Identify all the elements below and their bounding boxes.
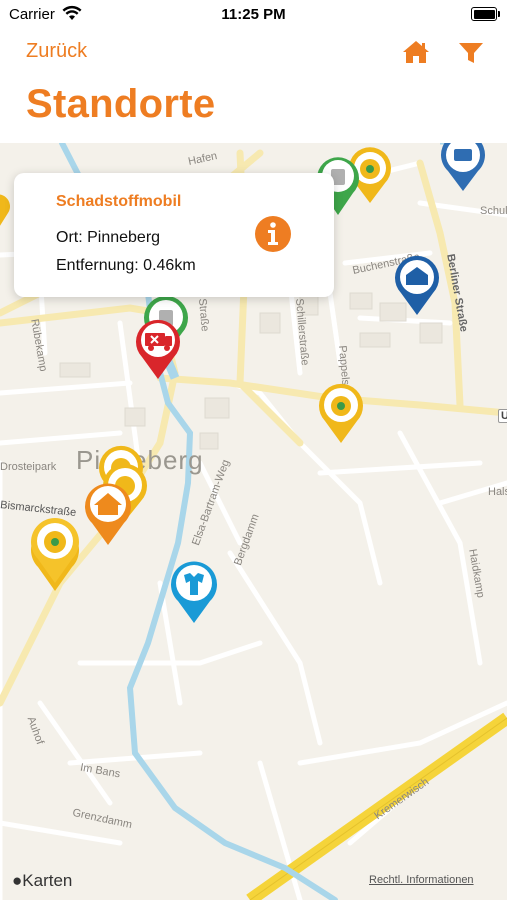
road-number-badge: U xyxy=(498,409,507,423)
maps-attribution: ●Karten xyxy=(12,871,72,891)
navigation-header: Zurück Standorte xyxy=(0,30,507,143)
clock: 11:25 PM xyxy=(221,6,286,23)
maps-brand-label: Karten xyxy=(22,871,73,890)
location-pin[interactable] xyxy=(436,143,490,193)
page-title: Standorte xyxy=(26,82,216,126)
location-pin[interactable] xyxy=(26,513,84,593)
location-pin[interactable] xyxy=(166,557,222,625)
location-pin[interactable] xyxy=(80,477,136,547)
location-pin[interactable] xyxy=(390,251,444,317)
location-pin-selected[interactable] xyxy=(130,315,186,381)
street-label: Halstenbeker xyxy=(488,486,507,498)
legal-info-link[interactable]: Rechtl. Informationen xyxy=(369,874,474,886)
filter-icon[interactable] xyxy=(457,39,485,67)
location-callout[interactable]: Schadstoffmobil Ort: Pinneberg Entfernun… xyxy=(14,173,334,297)
battery-icon xyxy=(471,7,500,21)
location-pin[interactable] xyxy=(0,191,10,231)
callout-location: Ort: Pinneberg xyxy=(56,229,161,246)
callout-distance: Entfernung: 0.46km xyxy=(56,257,196,274)
back-button[interactable]: Zurück xyxy=(26,40,87,63)
location-pin[interactable] xyxy=(314,379,368,445)
callout-title: Schadstoffmobil xyxy=(56,193,182,210)
home-icon[interactable] xyxy=(401,38,431,66)
status-bar: Carrier 11:25 PM xyxy=(0,0,507,30)
map-view[interactable]: Hafen Rübekamp Schulstraße Buchenstraße … xyxy=(0,143,507,900)
street-label: Drosteipark xyxy=(0,461,57,473)
info-icon[interactable] xyxy=(254,215,292,253)
apple-logo-icon: ● xyxy=(12,871,23,890)
street-label: Schulstraße xyxy=(480,205,507,217)
